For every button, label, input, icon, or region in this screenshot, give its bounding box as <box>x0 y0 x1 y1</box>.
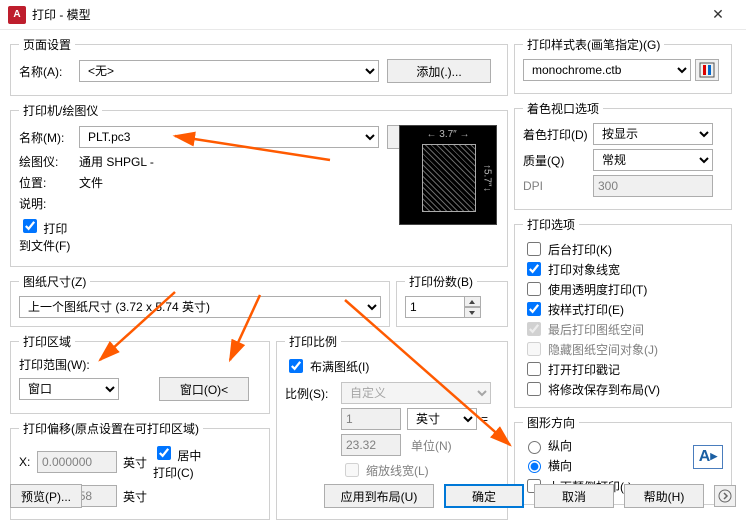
paper-size-legend: 图纸尺寸(Z) <box>19 273 90 290</box>
page-setup-add-button[interactable]: 添加(.)... <box>387 59 491 83</box>
opt-save-layout-checkbox[interactable]: 将修改保存到布局(V) <box>523 379 660 399</box>
where-label: 位置: <box>19 174 79 191</box>
opt-background-checkbox[interactable]: 后台打印(K) <box>523 239 612 259</box>
copies-spinner[interactable] <box>465 296 481 318</box>
plot-range-select[interactable]: 窗口 <box>19 378 119 400</box>
plot-style-edit-button[interactable] <box>695 59 719 81</box>
scale-unit-select[interactable]: 英寸 <box>407 408 477 430</box>
page-setup-group: 页面设置 名称(A): <无> 添加(.)... <box>10 36 508 96</box>
opt-transparency-checkbox[interactable]: 使用透明度打印(T) <box>523 279 647 299</box>
scale-units-b-input <box>341 434 401 456</box>
apply-to-layout-button[interactable]: 应用到布局(U) <box>324 484 434 508</box>
plot-style-table-group: 打印样式表(画笔指定)(G) monochrome.ctb <box>514 36 732 94</box>
desc-label: 说明: <box>19 195 79 212</box>
dialog-footer: 预览(P)... 应用到布局(U) 确定 取消 帮助(H) <box>0 484 746 508</box>
page-name-select[interactable]: <无> <box>79 60 379 82</box>
print-dialog: A 打印 - 模型 ✕ 页面设置 名称(A): <无> 添加(.)... <box>0 0 746 514</box>
scale-select: 自定义 <box>341 382 491 404</box>
opt-plot-styles-checkbox[interactable]: 按样式打印(E) <box>523 299 624 319</box>
equals-label: = <box>481 412 488 426</box>
plot-options-group: 打印选项 后台打印(K) 打印对象线宽 使用透明度打印(T) 按样式打印(E) … <box>514 216 732 408</box>
spin-up-icon[interactable] <box>465 296 481 307</box>
plotter-label: 绘图仪: <box>19 153 79 170</box>
printer-name-label: 名称(M): <box>19 129 79 146</box>
printer-legend: 打印机/绘图仪 <box>19 102 102 119</box>
plot-range-label: 打印范围(W): <box>19 356 261 373</box>
page-setup-legend: 页面设置 <box>19 36 75 53</box>
orientation-preview-icon: A▶ <box>693 445 723 469</box>
plot-options-legend: 打印选项 <box>523 216 579 233</box>
offset-x-label: X: <box>19 455 37 469</box>
paper-preview: ← 3.7″ → ↑5.7″↓ <box>399 125 497 225</box>
copies-input[interactable] <box>405 296 465 318</box>
center-plot-checkbox[interactable]: 居中打印(C) <box>153 443 213 481</box>
center-plot-input[interactable] <box>157 446 171 460</box>
shade-plot-select[interactable]: 按显示 <box>593 123 713 145</box>
where-value: 文件 <box>79 174 103 191</box>
edit-icon <box>699 62 715 78</box>
quality-label: 质量(Q) <box>523 152 593 169</box>
copies-legend: 打印份数(B) <box>405 273 477 290</box>
app-icon: A <box>8 6 26 24</box>
print-to-file-input[interactable] <box>23 219 37 233</box>
cancel-button[interactable]: 取消 <box>534 484 614 508</box>
opt-plot-stamp-checkbox[interactable]: 打开打印戳记 <box>523 359 620 379</box>
dpi-label: DPI <box>523 179 593 193</box>
quality-select[interactable]: 常规 <box>593 149 713 171</box>
printer-name-select[interactable]: PLT.pc3 <box>79 126 379 148</box>
opt-lineweights-checkbox[interactable]: 打印对象线宽 <box>523 259 620 279</box>
opt-hide-paperspace-checkbox: 隐藏图纸空间对象(J) <box>523 339 658 359</box>
titlebar: A 打印 - 模型 ✕ <box>0 0 746 30</box>
orientation-landscape-radio[interactable]: 横向 <box>523 457 572 474</box>
offset-x-unit: 英寸 <box>123 454 147 471</box>
preview-button[interactable]: 预览(P)... <box>10 484 82 508</box>
scale-units-b-label: 单位(N) <box>411 437 452 454</box>
paper-size-select[interactable]: 上一个图纸尺寸 (3.72 x 5.74 英寸) <box>19 296 381 318</box>
expand-icon[interactable] <box>714 485 736 507</box>
shaded-viewport-group: 着色视口选项 着色打印(D) 按显示 质量(Q) 常规 D <box>514 100 732 210</box>
close-icon[interactable]: ✕ <box>698 6 738 23</box>
orientation-legend: 图形方向 <box>523 414 579 431</box>
scale-label: 比例(S): <box>285 385 341 402</box>
printer-group: 打印机/绘图仪 名称(M): PLT.pc3 特性(R)... 绘图仪: <box>10 102 508 267</box>
copies-group: 打印份数(B) <box>396 273 508 327</box>
scale-lineweights-input <box>345 463 359 477</box>
shaded-viewport-legend: 着色视口选项 <box>523 100 603 117</box>
plot-style-table-legend: 打印样式表(画笔指定)(G) <box>523 36 664 53</box>
window-title: 打印 - 模型 <box>32 6 91 23</box>
plot-area-legend: 打印区域 <box>19 333 75 350</box>
ok-button[interactable]: 确定 <box>444 484 524 508</box>
spin-down-icon[interactable] <box>465 307 481 318</box>
plot-scale-legend: 打印比例 <box>285 333 341 350</box>
shade-plot-label: 着色打印(D) <box>523 126 593 143</box>
plot-style-table-select[interactable]: monochrome.ctb <box>523 59 691 81</box>
scale-lineweights-checkbox: 缩放线宽(L) <box>341 460 429 480</box>
paper-size-group: 图纸尺寸(Z) 上一个图纸尺寸 (3.72 x 5.74 英寸) <box>10 273 390 327</box>
page-name-label: 名称(A): <box>19 63 79 80</box>
print-to-file-checkbox[interactable]: 打印到文件(F) <box>19 216 79 254</box>
fit-to-paper-checkbox[interactable]: 布满图纸(I) <box>285 356 369 376</box>
window-pick-button[interactable]: 窗口(O)< <box>159 377 249 401</box>
fit-to-paper-input[interactable] <box>289 359 303 373</box>
scale-units-a-input <box>341 408 401 430</box>
orientation-portrait-radio[interactable]: 纵向 <box>523 437 572 454</box>
plot-offset-legend: 打印偏移(原点设置在可打印区域) <box>19 420 203 437</box>
plot-area-group: 打印区域 打印范围(W): 窗口 窗口(O)< <box>10 333 270 414</box>
help-button[interactable]: 帮助(H) <box>624 484 704 508</box>
dpi-input <box>593 175 713 197</box>
opt-paperspace-last-checkbox: 最后打印图纸空间 <box>523 319 644 339</box>
offset-x-input <box>37 451 117 473</box>
plotter-value: 通用 SHPGL - <box>79 153 154 170</box>
